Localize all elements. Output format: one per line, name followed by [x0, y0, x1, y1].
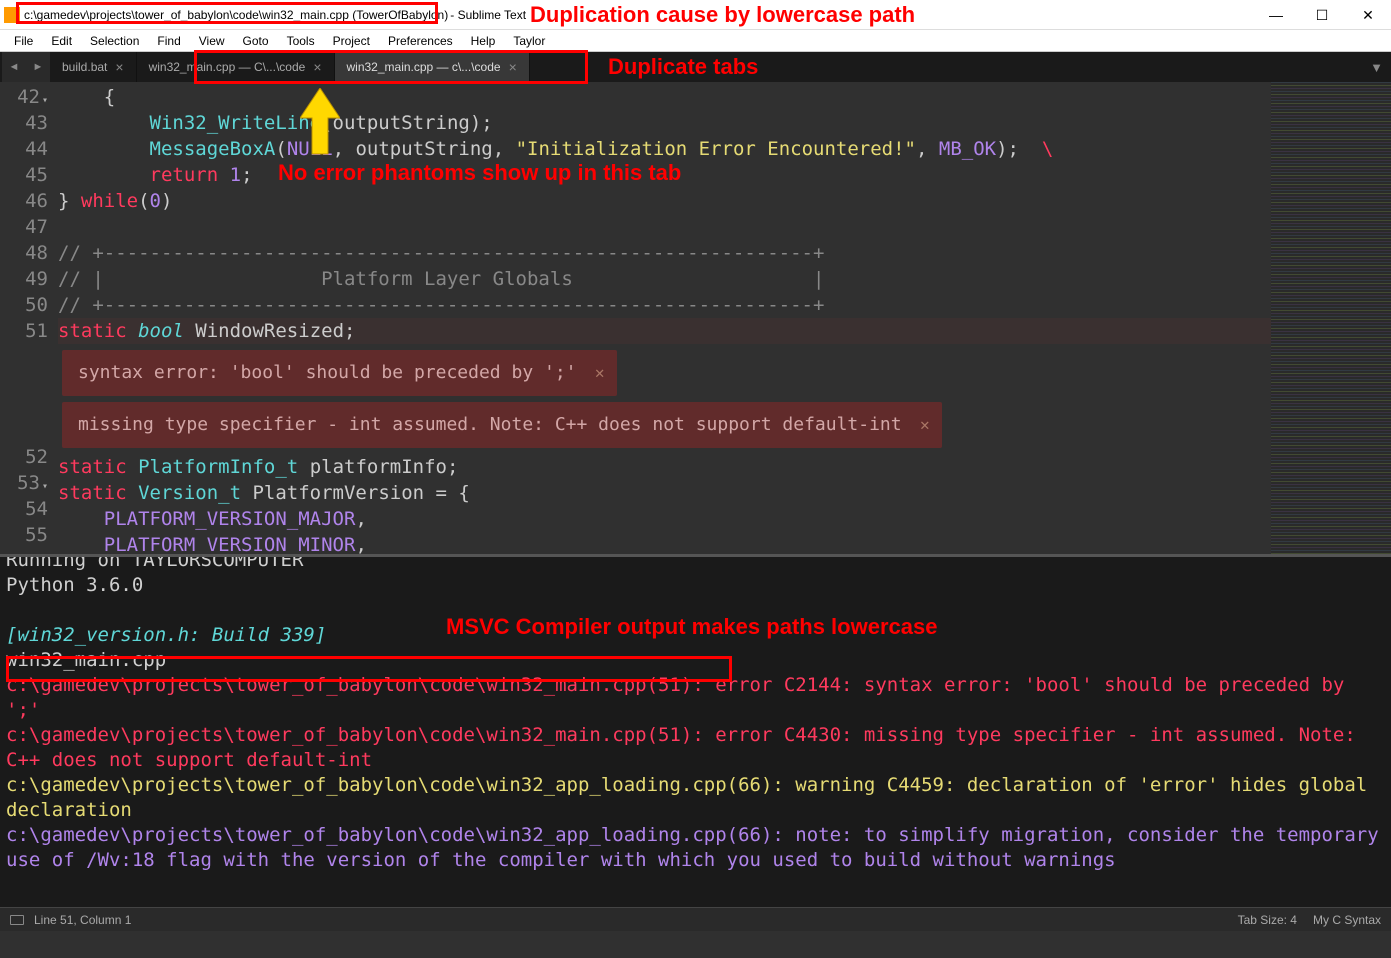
- error-phantom: syntax error: 'bool' should be preceded …: [62, 350, 617, 396]
- menu-bar: FileEditSelectionFindViewGotoToolsProjec…: [0, 30, 1391, 52]
- code-line: PLATFORM_VERSION_MAJOR,: [58, 506, 1271, 532]
- syntax-indicator[interactable]: My C Syntax: [1313, 913, 1381, 927]
- close-icon[interactable]: ✕: [595, 360, 605, 386]
- status-bar: Line 51, Column 1 Tab Size: 4 My C Synta…: [0, 907, 1391, 931]
- code-line: // +------------------------------------…: [58, 240, 1271, 266]
- tab-file-2[interactable]: win32_main.cpp — c\...\code ×: [335, 52, 530, 82]
- close-button[interactable]: ✕: [1345, 0, 1391, 30]
- maximize-button[interactable]: ☐: [1299, 0, 1345, 30]
- line-number: 52: [0, 444, 48, 470]
- editor-area: 42434445464748495051 52535455 { Win32_Wri…: [0, 82, 1391, 554]
- code-line: Win32_WriteLine(outputString);: [58, 110, 1271, 136]
- console-line: c:\gamedev\projects\tower_of_babylon\cod…: [6, 773, 1385, 823]
- minimap[interactable]: [1271, 82, 1391, 554]
- menu-project[interactable]: Project: [325, 32, 378, 50]
- line-number: 49: [0, 266, 48, 292]
- close-icon[interactable]: ×: [509, 59, 517, 75]
- line-number: 42: [0, 84, 48, 110]
- console-line: c:\gamedev\projects\tower_of_babylon\cod…: [6, 823, 1385, 873]
- menu-view[interactable]: View: [191, 32, 233, 50]
- tab-bar: ◄ ► build.bat×win32_main.cpp — C\...\cod…: [0, 52, 1391, 82]
- menu-selection[interactable]: Selection: [82, 32, 147, 50]
- menu-find[interactable]: Find: [149, 32, 188, 50]
- menu-taylor[interactable]: Taylor: [505, 32, 553, 50]
- panel-toggle-icon[interactable]: [10, 915, 24, 925]
- app-icon: [4, 7, 20, 23]
- console-line: [win32_version.h: Build 339]: [6, 623, 1385, 648]
- code-line: MessageBoxA(NULL, outputString, "Initial…: [58, 136, 1271, 162]
- window-title-path: c:\gamedev\projects\tower_of_babylon\cod…: [24, 8, 448, 22]
- close-icon[interactable]: ✕: [920, 412, 930, 438]
- tab-label: build.bat: [62, 60, 107, 74]
- line-number: 51: [0, 318, 48, 344]
- tab-prev-button[interactable]: ◄: [2, 52, 26, 82]
- console-line: win32_main.cpp: [6, 648, 1385, 673]
- cursor-position: Line 51, Column 1: [34, 913, 131, 927]
- line-gutter: 42434445464748495051 52535455: [0, 82, 58, 554]
- code-line: static PlatformInfo_t platformInfo;: [58, 454, 1271, 480]
- tab-next-button[interactable]: ►: [26, 52, 50, 82]
- menu-goto[interactable]: Goto: [235, 32, 277, 50]
- menu-tools[interactable]: Tools: [279, 32, 323, 50]
- menu-help[interactable]: Help: [463, 32, 504, 50]
- title-bar: c:\gamedev\projects\tower_of_babylon\cod…: [0, 0, 1391, 30]
- window-title-app: - Sublime Text: [450, 8, 526, 22]
- line-number: 54: [0, 496, 48, 522]
- code-line: PLATFORM_VERSION_MINOR,: [58, 532, 1271, 554]
- menu-preferences[interactable]: Preferences: [380, 32, 461, 50]
- close-icon[interactable]: ×: [115, 59, 123, 75]
- close-icon[interactable]: ×: [313, 59, 321, 75]
- code-line: {: [58, 84, 1271, 110]
- code-area[interactable]: { Win32_WriteLine(outputString); Message…: [58, 82, 1271, 554]
- code-line: [58, 214, 1271, 240]
- tab-size-indicator[interactable]: Tab Size: 4: [1238, 913, 1297, 927]
- minimize-button[interactable]: —: [1253, 0, 1299, 30]
- code-line: static bool WindowResized;: [58, 318, 1271, 344]
- console-line: c:\gamedev\projects\tower_of_babylon\cod…: [6, 723, 1385, 773]
- line-number: 55: [0, 522, 48, 548]
- console-line: [6, 598, 1385, 623]
- line-number: 53: [0, 470, 48, 496]
- code-line: } while(0): [58, 188, 1271, 214]
- code-line: static Version_t PlatformVersion = {: [58, 480, 1271, 506]
- line-number: 50: [0, 292, 48, 318]
- code-line: return 1;: [58, 162, 1271, 188]
- error-phantom: missing type specifier - int assumed. No…: [62, 402, 942, 448]
- line-number: 45: [0, 162, 48, 188]
- menu-file[interactable]: File: [6, 32, 41, 50]
- code-line: // +------------------------------------…: [58, 292, 1271, 318]
- tab-overflow-button[interactable]: ▼: [530, 52, 1391, 82]
- line-number: 43: [0, 110, 48, 136]
- console-line: Python 3.6.0: [6, 573, 1385, 598]
- tab-label: win32_main.cpp — C\...\code: [149, 60, 306, 74]
- menu-edit[interactable]: Edit: [43, 32, 80, 50]
- tab-file-0[interactable]: build.bat ×: [50, 52, 137, 82]
- tab-label: win32_main.cpp — c\...\code: [347, 60, 501, 74]
- tab-file-1[interactable]: win32_main.cpp — C\...\code ×: [137, 52, 335, 82]
- console-line: c:\gamedev\projects\tower_of_babylon\cod…: [6, 673, 1385, 723]
- line-number: 48: [0, 240, 48, 266]
- code-line: // | Platform Layer Globals |: [58, 266, 1271, 292]
- line-number: 47: [0, 214, 48, 240]
- line-number: 44: [0, 136, 48, 162]
- build-output-panel[interactable]: Running on TAYLORSCOMPUTERPython 3.6.0 […: [0, 557, 1391, 907]
- console-line: Running on TAYLORSCOMPUTER: [6, 557, 1385, 573]
- line-number: 46: [0, 188, 48, 214]
